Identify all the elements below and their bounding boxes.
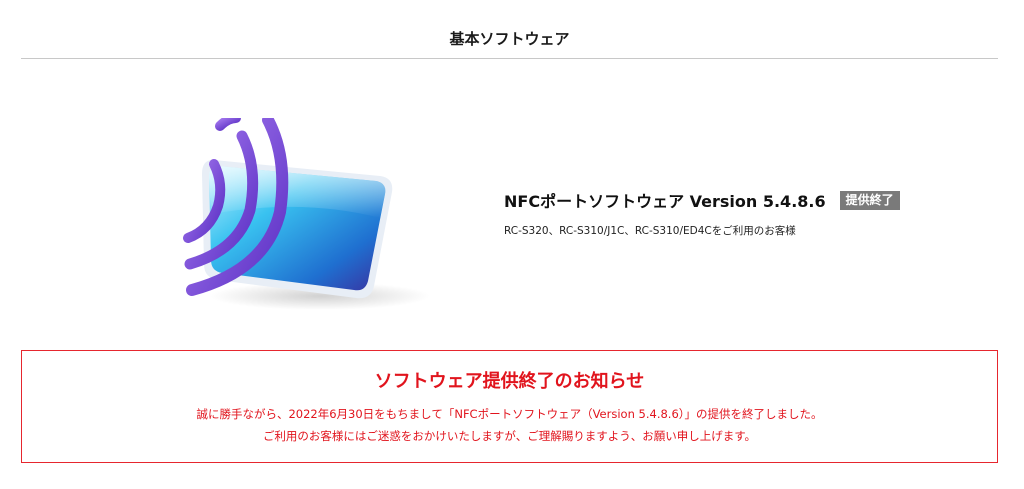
product-info: NFCポートソフトウェア Version 5.4.8.6 提供終了 RC-S32… <box>504 188 924 238</box>
product-description: RC-S320、RC-S310/J1C、RC-S310/ED4Cをご利用のお客様 <box>504 225 796 237</box>
end-of-support-notice: ソフトウェア提供終了のお知らせ 誠に勝手ながら、2022年6月30日をもちまして… <box>21 350 998 463</box>
notice-title: ソフトウェア提供終了のお知らせ <box>374 371 645 392</box>
nfc-card-wireless-icon <box>183 118 430 310</box>
notice-body: 誠に勝手ながら、2022年6月30日をもちまして「NFCポートソフトウェア（Ve… <box>22 403 997 447</box>
section-title: 基本ソフトウェア <box>449 30 570 48</box>
product-card[interactable]: NFCポートソフトウェア Version 5.4.8.6 提供終了 RC-S32… <box>180 118 920 318</box>
product-title-row: NFCポートソフトウェア Version 5.4.8.6 提供終了 <box>504 188 924 212</box>
page: 基本ソフトウェア NFCポートソフトウェア Version 5.4.8.6 提供… <box>0 0 1024 489</box>
notice-line: ご利用のお客様にはご迷惑をおかけいたしますが、ご理解賜りますよう、お願い申し上げ… <box>262 429 757 443</box>
section-header: 基本ソフトウェア <box>21 0 998 59</box>
product-name-link[interactable]: NFCポートソフトウェア Version 5.4.8.6 <box>504 188 826 212</box>
status-badge: 提供終了 <box>839 190 900 210</box>
notice-line: 誠に勝手ながら、2022年6月30日をもちまして「NFCポートソフトウェア（Ve… <box>196 407 823 421</box>
